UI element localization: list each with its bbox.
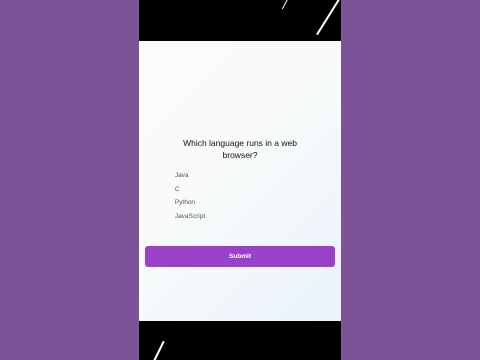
option-javascript[interactable]: JavaScript bbox=[173, 212, 205, 226]
option-label: Python bbox=[174, 199, 196, 206]
option-java[interactable]: Java bbox=[173, 171, 205, 185]
option-label: JavaScript bbox=[174, 212, 206, 220]
phone-frame: Which language runs in a web browser? Ja… bbox=[139, 0, 341, 360]
submit-button[interactable]: Submit bbox=[145, 246, 335, 267]
quiz-card: Which language runs in a web browser? Ja… bbox=[139, 41, 341, 321]
light-streak-decoration bbox=[281, 0, 290, 10]
quiz-question: Which language runs in a web browser? bbox=[183, 138, 297, 160]
answer-options: Java C Python JavaScript bbox=[173, 171, 205, 225]
option-python[interactable]: Python bbox=[173, 198, 205, 212]
option-label: C bbox=[174, 185, 180, 193]
option-label: Java bbox=[174, 172, 189, 179]
light-streak-decoration bbox=[153, 340, 165, 360]
option-c[interactable]: C bbox=[173, 185, 205, 199]
light-streak-decoration bbox=[316, 0, 340, 36]
